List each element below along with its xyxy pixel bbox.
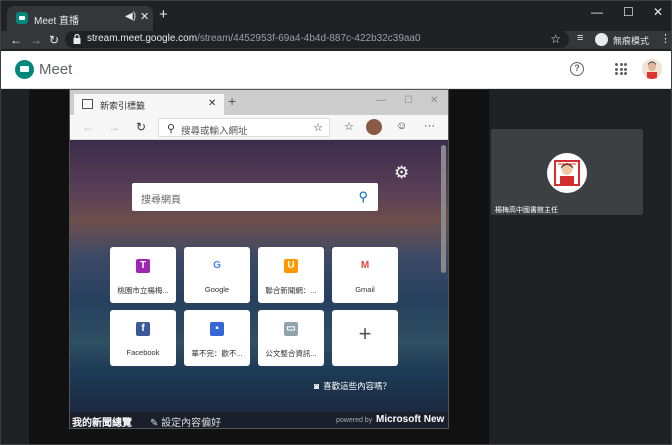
minimize-button[interactable]: — bbox=[591, 5, 603, 19]
edge-search-icon: ⚲ bbox=[167, 123, 176, 135]
my-news-tab-underline bbox=[72, 428, 132, 429]
edge-maximize-button[interactable]: ☐ bbox=[404, 95, 413, 106]
document-icon: ▭ bbox=[284, 322, 298, 336]
like-content-text: 喜歡這些內容嗎？ bbox=[323, 381, 392, 391]
tab-close-icon[interactable]: ✕ bbox=[140, 10, 149, 23]
edge-feedback-icon[interactable]: ☺ bbox=[396, 120, 407, 132]
page-scrollbar[interactable] bbox=[441, 145, 446, 273]
edge-close-button[interactable]: ✕ bbox=[430, 95, 438, 106]
google-icon: G bbox=[210, 259, 224, 273]
tile-label: Google bbox=[204, 285, 230, 294]
quick-link-tile[interactable]: f Facebook bbox=[110, 310, 176, 366]
tile-label: 華不完：歡不... bbox=[191, 349, 243, 358]
browser-toolbar: ← → ↻ stream.meet.google.com/stream/4452… bbox=[1, 31, 671, 49]
maximize-button[interactable]: ☐ bbox=[623, 5, 634, 19]
edge-favorites-icon[interactable]: ☆ bbox=[344, 120, 354, 133]
edge-favorite-star-icon[interactable]: ☆ bbox=[313, 121, 323, 134]
apps-grid-icon[interactable] bbox=[615, 63, 627, 75]
camera-icon: ◙ bbox=[314, 381, 320, 391]
udn-news-icon: U bbox=[284, 259, 298, 273]
url-path: /stream/4452953f-69a4-4b4d-887c-422b32c3… bbox=[197, 33, 421, 44]
browser-window: Meet 直播 ◀) ✕ + — ☐ ✕ ← → ↻ stream.meet.g… bbox=[0, 0, 672, 445]
edge-more-icon[interactable]: ··· bbox=[424, 120, 435, 132]
quick-link-tile[interactable]: U 聯合新聞網：... bbox=[258, 247, 324, 303]
edge-new-tab-page: ⚙ 搜尋網頁 ⚲ T 桃園市立楊梅... G Google U 聯合新聞網：..… bbox=[70, 140, 448, 429]
plus-icon: + bbox=[358, 321, 372, 346]
meet-favicon-icon bbox=[16, 12, 28, 24]
menu-kebab-icon[interactable]: ⋮ bbox=[660, 32, 671, 45]
like-content-prompt[interactable]: ◙ 喜歡這些內容嗎？ bbox=[314, 380, 391, 392]
quick-link-tile[interactable]: ▪ 華不完：歡不... bbox=[184, 310, 250, 366]
address-bar[interactable]: stream.meet.google.com/stream/4452953f-6… bbox=[65, 31, 569, 48]
back-arrow-icon[interactable]: ← bbox=[10, 32, 22, 48]
quick-link-tile[interactable]: G Google bbox=[184, 247, 250, 303]
edge-minimize-button[interactable]: — bbox=[376, 95, 386, 106]
quick-link-tile[interactable]: ▭ 公文整合資訊... bbox=[258, 310, 324, 366]
tile-label: 聯合新聞網：... bbox=[265, 286, 317, 295]
edge-reload-icon[interactable]: ↻ bbox=[136, 120, 146, 134]
edge-back-icon[interactable]: ← bbox=[82, 120, 94, 134]
web-search-box[interactable]: 搜尋網頁 ⚲ bbox=[132, 183, 378, 211]
tile-label: 公文整合資訊... bbox=[265, 349, 317, 358]
reload-icon[interactable]: ↻ bbox=[49, 32, 59, 48]
tab-strip: Meet 直播 ◀) ✕ + — ☐ ✕ bbox=[1, 1, 671, 31]
help-icon[interactable]: ? bbox=[570, 62, 584, 76]
meet-title[interactable]: Meet bbox=[39, 61, 72, 78]
edge-new-tab-button[interactable]: + bbox=[228, 94, 236, 108]
new-tab-button[interactable]: + bbox=[159, 7, 168, 22]
incognito-label[interactable]: 無痕模式 bbox=[613, 34, 649, 47]
url-host: stream.meet.google.com bbox=[87, 33, 198, 44]
edge-tab-new[interactable]: 新索引標籤 ✕ bbox=[74, 94, 224, 115]
speaker-icon[interactable]: ◀) bbox=[125, 11, 136, 22]
meet-logo-icon bbox=[15, 60, 34, 79]
edge-forward-icon[interactable]: → bbox=[108, 120, 120, 134]
tile-label: Gmail bbox=[355, 285, 375, 294]
tab-meet-live[interactable]: Meet 直播 ◀) ✕ bbox=[7, 6, 153, 31]
web-search-magnifier-icon[interactable]: ⚲ bbox=[358, 189, 368, 205]
edge-address-placeholder: 搜尋或輸入網址 bbox=[181, 126, 248, 137]
facebook-icon: f bbox=[136, 322, 150, 336]
my-news-tab[interactable]: 我的新聞總覽 bbox=[72, 414, 132, 428]
tile-label: Facebook bbox=[126, 348, 160, 357]
bookmark-star-icon[interactable]: ☆ bbox=[550, 32, 561, 46]
participant-avatar bbox=[547, 153, 587, 193]
edge-tab-title: 新索引標籤 bbox=[100, 101, 146, 111]
microsoft-news-logo: Microsoft New bbox=[376, 414, 445, 425]
add-quick-link-tile[interactable]: + bbox=[332, 310, 398, 366]
participant-tile[interactable]: 楊梅高中國書館主任 bbox=[491, 129, 643, 215]
powered-by-text: powered by bbox=[336, 417, 373, 424]
participant-name: 楊梅高中國書館主任 bbox=[495, 207, 558, 214]
edge-tab-strip: 新索引標籤 ✕ + — ☐ ✕ bbox=[70, 90, 448, 115]
page-settings-gear-icon[interactable]: ⚙ bbox=[394, 163, 409, 183]
news-feed-bar: 我的新聞總覽 ✎ 設定內容偏好 powered by Microsoft New bbox=[70, 412, 448, 429]
reading-list-icon[interactable]: ≡ bbox=[577, 32, 583, 44]
shared-screen-edge-window: 新索引標籤 ✕ + — ☐ ✕ ← → ↻ ⚲ 搜尋或輸入網址 ☆ ☆ ☺ ··… bbox=[69, 89, 449, 429]
quick-link-tile[interactable]: M Gmail bbox=[332, 247, 398, 303]
edge-tab-close-icon[interactable]: ✕ bbox=[208, 98, 216, 109]
close-window-button[interactable]: ✕ bbox=[653, 5, 663, 19]
incognito-icon[interactable] bbox=[595, 33, 608, 46]
meet-header: Meet ? bbox=[1, 51, 671, 89]
quick-link-tile[interactable]: T 桃園市立楊梅... bbox=[110, 247, 176, 303]
lock-icon bbox=[73, 34, 81, 44]
tile-school-icon: T bbox=[136, 259, 150, 273]
new-tab-page-icon bbox=[82, 99, 93, 109]
gmail-icon: M bbox=[358, 259, 372, 273]
edge-profile-avatar[interactable] bbox=[366, 119, 382, 135]
tile-label: 桃園市立楊梅... bbox=[117, 286, 169, 295]
account-avatar[interactable] bbox=[642, 59, 662, 79]
edge-toolbar: ← → ↻ ⚲ 搜尋或輸入網址 ☆ ☆ ☺ ··· bbox=[70, 115, 448, 140]
url-text: stream.meet.google.com/stream/4452953f-6… bbox=[87, 33, 421, 44]
edge-address-bar[interactable]: ⚲ 搜尋或輸入網址 ☆ bbox=[158, 118, 330, 137]
chat-bubble-icon: ▪ bbox=[210, 322, 224, 336]
web-search-placeholder: 搜尋網頁 bbox=[141, 195, 181, 206]
forward-arrow-icon[interactable]: → bbox=[30, 32, 42, 48]
tab-title: Meet 直播 bbox=[34, 16, 80, 27]
customize-content-link[interactable]: ✎ 設定內容偏好 bbox=[150, 414, 221, 428]
